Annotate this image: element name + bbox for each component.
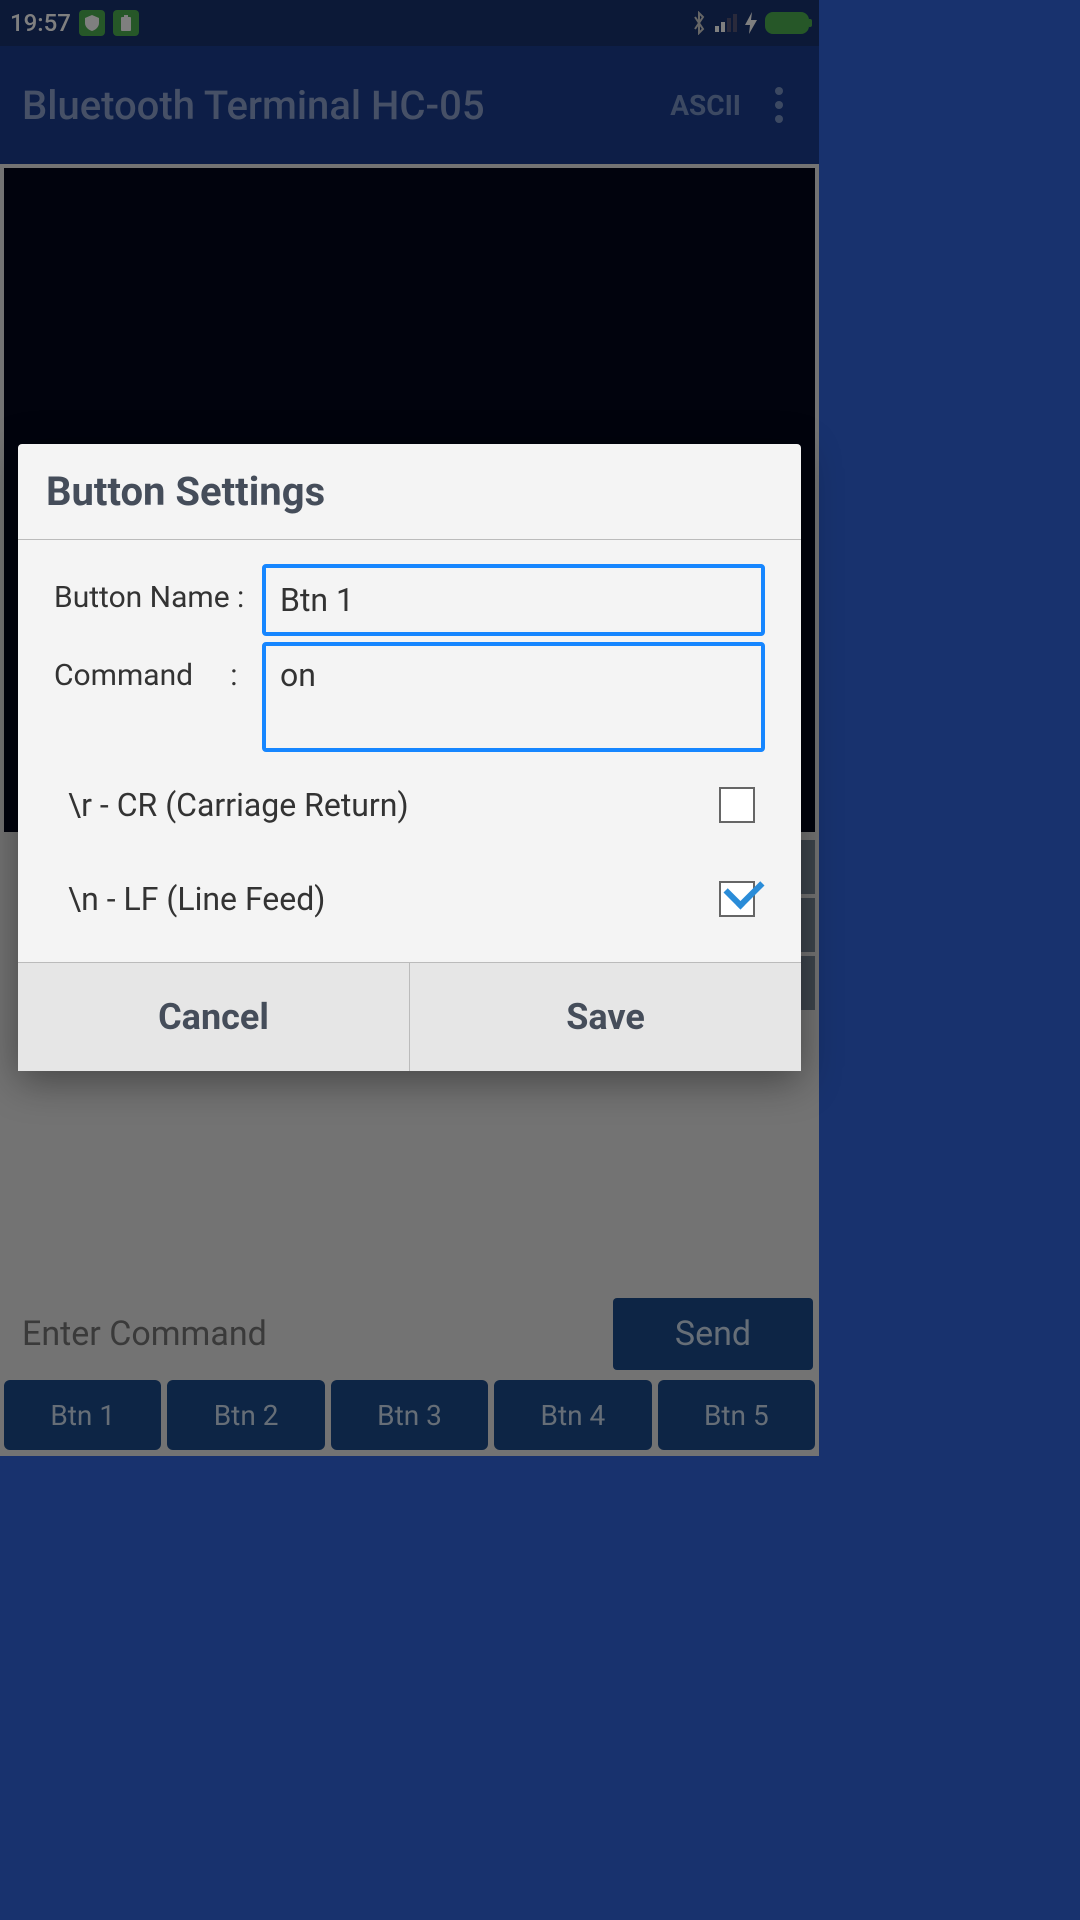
cr-option-label: \r - CR (Carriage Return) [68, 786, 409, 824]
button-settings-dialog: Button Settings Button Name : Command : … [18, 444, 801, 1071]
command-colon: : [230, 658, 237, 693]
command-input[interactable] [262, 642, 765, 752]
command-row: Command : [54, 642, 765, 752]
dialog-actions: Cancel Save [18, 962, 801, 1071]
button-name-label: Button Name : [54, 564, 262, 615]
cr-checkbox[interactable] [719, 787, 755, 823]
command-label: Command : [54, 642, 262, 693]
cancel-button[interactable]: Cancel [18, 963, 410, 1071]
dialog-title: Button Settings [18, 444, 801, 540]
lf-checkbox[interactable] [719, 881, 755, 917]
dialog-body: Button Name : Command : \r - CR (Carriag… [18, 540, 801, 962]
cr-option-row[interactable]: \r - CR (Carriage Return) [54, 758, 765, 852]
lf-option-row[interactable]: \n - LF (Line Feed) [54, 852, 765, 946]
command-label-text: Command [54, 658, 193, 693]
save-button[interactable]: Save [410, 963, 801, 1071]
button-name-input[interactable] [262, 564, 765, 636]
lf-option-label: \n - LF (Line Feed) [68, 880, 325, 918]
button-name-row: Button Name : [54, 564, 765, 636]
